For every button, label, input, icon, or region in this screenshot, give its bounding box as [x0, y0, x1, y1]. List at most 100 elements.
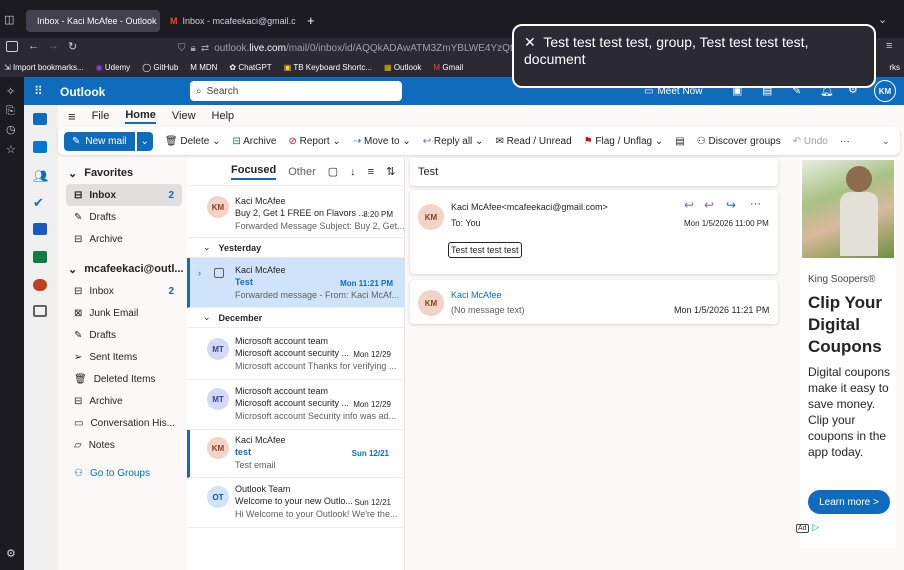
folder-notes[interactable]: ▱ Notes: [66, 434, 182, 456]
gmail-favicon-icon: M: [170, 16, 178, 26]
avatar[interactable]: KM: [874, 80, 896, 102]
bookmark-overflow[interactable]: rks: [889, 63, 900, 72]
folder-deleted[interactable]: 🗑︎ Deleted Items: [66, 368, 182, 390]
message-list: Focused Other ▢ ↓ ≡ ⇅ KM Kaci McAfee Buy…: [187, 158, 405, 570]
menu-icon[interactable]: ≡: [886, 40, 892, 52]
list-item[interactable]: KM Kaci McAfee test Sun 12/21 Test email: [187, 430, 405, 478]
reply-all-button[interactable]: ↩ Reply all ⌄: [423, 136, 484, 147]
bookmark-github[interactable]: ◯ GitHub: [142, 63, 178, 72]
people-icon[interactable]: 👥︎: [33, 169, 48, 183]
delete-button[interactable]: 🗑︎ Delete ⌄: [165, 136, 221, 147]
forward-icon[interactable]: →: [48, 40, 59, 52]
adchoices-icon[interactable]: ▷: [812, 522, 819, 533]
select-icon[interactable]: ▢: [328, 165, 338, 178]
list-item[interactable]: KM Kaci McAfee Buy 2, Get 1 FREE on Flav…: [187, 188, 405, 238]
bookmark-udemy[interactable]: ◉ Udemy: [96, 63, 131, 72]
excel-icon[interactable]: [33, 251, 47, 263]
bookmark-chatgpt[interactable]: ✿ ChatGPT: [229, 63, 271, 72]
message-card-collapsed[interactable]: KM Kaci McAfee (No message text) Mon 1/5…: [410, 280, 778, 324]
list-item[interactable]: MT Microsoft account team Microsoft acco…: [187, 380, 405, 430]
sidebar-toggle-icon[interactable]: [6, 41, 18, 52]
flag-button[interactable]: ⚑ Flag / Unflag ⌄: [584, 136, 664, 147]
favorites-header[interactable]: ⌄ Favorites: [60, 162, 176, 184]
mail-icon[interactable]: [33, 113, 47, 125]
bookmark-import[interactable]: ⇲ Import bookmarks...: [4, 63, 84, 72]
folder-archive[interactable]: ⊟ Archive: [66, 390, 182, 412]
forward-icon[interactable]: ↪: [726, 198, 736, 212]
new-tab-icon[interactable]: +: [307, 13, 315, 28]
todo-icon[interactable]: ✔: [33, 195, 44, 211]
list-item[interactable]: OT Outlook Team Welcome to your new Outl…: [187, 478, 405, 528]
history-icon[interactable]: ◷: [6, 123, 16, 136]
folder-junk[interactable]: ⊠ Junk Email: [66, 302, 182, 324]
settings-icon[interactable]: ⚙: [6, 547, 16, 560]
archive-button[interactable]: ⊟ Archive: [232, 136, 276, 147]
folder-drafts[interactable]: ✎ Drafts: [66, 324, 182, 346]
chevron-right-icon[interactable]: ›: [198, 268, 201, 278]
group-yesterday[interactable]: ⌄ Yesterday: [187, 238, 405, 258]
more-icon[interactable]: ···: [840, 136, 850, 147]
fav-archive[interactable]: ⊟ Archive: [66, 228, 182, 250]
ai-chat-icon[interactable]: ✧: [6, 85, 15, 98]
bookmarks-icon[interactable]: ⎘: [6, 105, 15, 118]
tab-list-chevron-icon[interactable]: ⌄: [878, 13, 887, 26]
bookmark-gmail[interactable]: M Gmail: [433, 63, 463, 72]
go-to-groups-link[interactable]: ⚇ Go to Groups: [66, 462, 182, 484]
back-icon[interactable]: ←: [28, 40, 39, 52]
time: Mon 12/29: [353, 350, 391, 359]
app-launcher-icon[interactable]: ⠿: [34, 84, 43, 98]
tab-help[interactable]: Help: [212, 110, 235, 122]
note-icon: ▱: [74, 439, 82, 451]
reply-icon[interactable]: ↩: [684, 198, 694, 212]
jump-icon[interactable]: ↓: [350, 166, 356, 178]
new-mail-dropdown[interactable]: ⌄: [135, 131, 153, 151]
account-header[interactable]: ⌄ mcafeekaci@outl...: [60, 258, 184, 280]
read-unread-button[interactable]: ✉ Read / Unread: [495, 136, 571, 147]
undo-button[interactable]: ↶ Undo: [793, 136, 828, 147]
ad-cta-button[interactable]: Learn more >: [808, 490, 890, 514]
folder-inbox[interactable]: ⊟ Inbox 2: [66, 280, 182, 302]
ribbon-menu-icon[interactable]: ≡: [68, 109, 76, 124]
ad-panel[interactable]: King Soopers® Clip Your Digital Coupons …: [796, 158, 896, 548]
list-item[interactable]: MT Microsoft account team Microsoft acco…: [187, 330, 405, 380]
group-december[interactable]: ⌄ December: [187, 308, 405, 328]
fav-drafts[interactable]: ✎ Drafts: [66, 206, 182, 228]
tab-other[interactable]: Other: [288, 166, 316, 178]
ribbon-expand-icon[interactable]: ⌄: [882, 136, 890, 147]
apps-icon[interactable]: [33, 305, 47, 317]
folder-conversation-history[interactable]: ▭ Conversation His...: [66, 412, 182, 434]
tab-outlook[interactable]: Inbox - Kaci McAfee - Outlook ✕: [26, 10, 160, 32]
move-to-button[interactable]: ⇢ Move to ⌄: [353, 136, 411, 147]
tab-view[interactable]: View: [172, 110, 196, 122]
star-icon[interactable]: ☆: [6, 143, 16, 156]
checkbox[interactable]: [214, 268, 224, 278]
tab-overview-icon[interactable]: ◫: [4, 13, 14, 26]
address-bar[interactable]: ⛉ 🔒︎ ⇄ outlook.live.com/mail/0/inbox/id/…: [178, 40, 557, 56]
calendar-icon[interactable]: [33, 141, 47, 153]
tab-home[interactable]: Home: [125, 109, 156, 124]
reload-icon[interactable]: ↻: [68, 40, 77, 53]
new-mail-button[interactable]: ✎ New mail: [64, 131, 135, 151]
ad-badge[interactable]: Ad: [796, 524, 809, 533]
message-card[interactable]: KM Kaci McAfee<mcafeekaci@gmail.com> To:…: [410, 190, 778, 274]
discover-groups-button[interactable]: ⚇ Discover groups: [697, 136, 781, 147]
bookmark-tb[interactable]: ▣ TB Keyboard Shortc...: [284, 63, 372, 72]
sort-icon[interactable]: ⇅: [386, 165, 395, 178]
more-icon[interactable]: ···: [750, 198, 761, 210]
tab-focused[interactable]: Focused: [231, 164, 277, 180]
word-icon[interactable]: [33, 223, 47, 235]
fav-inbox[interactable]: ⊟ Inbox 2: [66, 184, 182, 206]
tab-gmail[interactable]: M Inbox - mcafeekaci@gmail.com ✕: [164, 10, 296, 32]
bookmark-outlook[interactable]: ▦ Outlook: [384, 63, 421, 72]
immersive-reader-icon[interactable]: ▤: [675, 136, 684, 147]
list-item-selected[interactable]: › Kaci McAfee Test Mon 11:21 PM Forwarde…: [187, 258, 405, 308]
report-button[interactable]: ⊘ Report ⌄: [288, 136, 340, 147]
folder-sent[interactable]: ➢ Sent Items: [66, 346, 182, 368]
tab-file[interactable]: File: [92, 110, 110, 122]
search-input[interactable]: ⌕ Search: [190, 81, 402, 101]
bookmark-mdn[interactable]: M MDN: [190, 63, 217, 72]
powerpoint-icon[interactable]: [33, 279, 47, 291]
close-icon[interactable]: ✕: [524, 34, 536, 50]
reply-all-icon[interactable]: ↩: [704, 198, 714, 212]
filter-icon[interactable]: ≡: [368, 166, 374, 178]
